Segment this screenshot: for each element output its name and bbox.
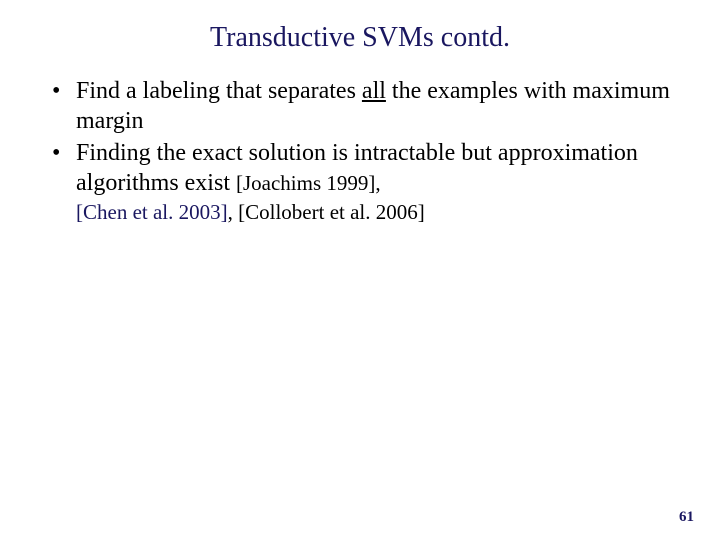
slide: Transductive SVMs contd. Find a labeling… (0, 0, 720, 540)
bullet-1-emph: all (362, 78, 386, 104)
slide-title: Transductive SVMs contd. (40, 22, 680, 54)
citation-line: [Chen et al. 2003], [Collobert et al. 20… (40, 200, 680, 225)
page-number: 61 (679, 509, 694, 526)
bullet-1-text-a: Find a labeling that separates (76, 78, 362, 104)
citation-chen: [Chen et al. 2003] (76, 200, 228, 224)
citation-collobert: [Collobert et al. 2006] (238, 200, 425, 224)
citation-sep-1: , (375, 171, 380, 195)
bullet-list: Find a labeling that separates all the e… (40, 76, 680, 198)
citation-sep-2: , (228, 200, 239, 224)
bullet-item-2: Finding the exact solution is intractabl… (52, 138, 680, 198)
bullet-item-1: Find a labeling that separates all the e… (52, 76, 680, 136)
citation-joachims: [Joachims 1999] (236, 171, 375, 195)
